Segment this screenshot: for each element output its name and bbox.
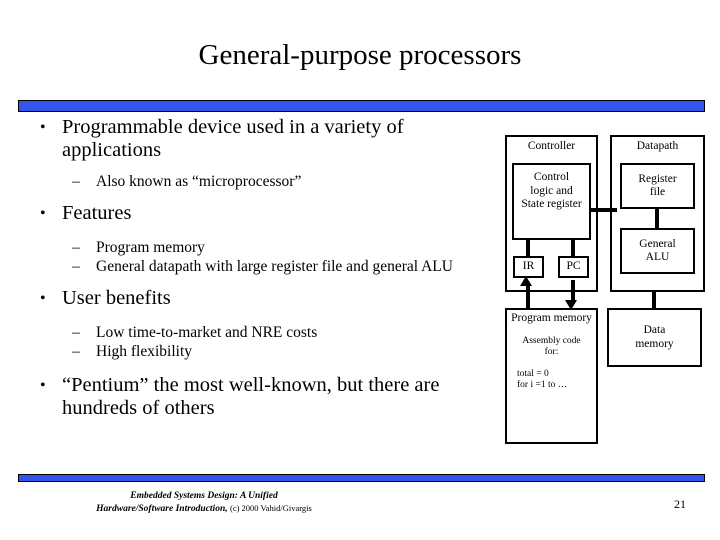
bullet-text: User benefits — [62, 287, 171, 309]
footer-credit: Embedded Systems Design: A Unified Hardw… — [54, 490, 354, 515]
program-memory-line-2: memory — [553, 312, 592, 324]
controller-datapath-connector — [591, 208, 617, 212]
datapath-block — [610, 135, 705, 292]
bullet-text: Low time-to-market and NRE costs — [96, 324, 318, 341]
title-divider-bar — [18, 100, 705, 112]
bullet-text: General datapath with large register fil… — [96, 258, 453, 275]
code-line-2: for i =1 to … — [517, 380, 568, 390]
register-file-line-1: Register — [638, 172, 677, 185]
ir-register-block: IR — [513, 256, 544, 278]
controller-block — [505, 135, 598, 292]
bullet-item: – High flexibility — [26, 342, 496, 361]
general-alu-block: General ALU — [620, 228, 695, 274]
program-memory-line-1: Program — [511, 312, 551, 324]
alu-line-1: General — [639, 237, 676, 250]
control-logic-line-1: Control — [533, 171, 570, 183]
bullet-item: – General datapath with large register f… — [26, 257, 496, 276]
program-memory-content: Program memory Assembly code for: total … — [505, 312, 598, 392]
bullet-marker: • — [40, 205, 46, 222]
page-title: General-purpose processors — [198, 39, 522, 71]
bullet-item: – Low time-to-market and NRE costs — [26, 323, 496, 342]
data-memory-line-1: Data — [643, 324, 666, 336]
code-line-1: total = 0 — [517, 368, 549, 379]
bullet-text: Features — [62, 202, 132, 224]
bullet-marker: – — [72, 239, 80, 256]
bullet-marker: • — [40, 290, 46, 307]
bullet-item: – Program memory — [26, 238, 496, 257]
bullet-text: “Pentium” the most well-known, but there… — [62, 374, 440, 419]
footer-line-2: Hardware/Software Introduction, — [96, 504, 228, 514]
bullet-marker: – — [72, 343, 80, 360]
page-number: 21 — [674, 497, 686, 511]
pc-to-program-memory-arrow-head — [565, 300, 577, 310]
control-logic-ir-connector — [526, 240, 530, 257]
pc-to-program-memory-arrow-shaft — [571, 280, 575, 304]
footer-line-1: Embedded Systems Design: A Unified — [130, 491, 278, 501]
data-memory-line-2: memory — [635, 337, 674, 350]
bullet-text: Programmable device used in a variety of… — [62, 116, 404, 161]
control-logic-pc-connector — [571, 240, 575, 257]
bullet-text: Program memory — [96, 239, 205, 256]
controller-label: Controller — [527, 140, 576, 152]
bullet-marker: – — [72, 324, 80, 341]
footer-divider-bar — [18, 474, 705, 482]
program-memory-to-ir-arrow-head — [520, 276, 532, 286]
bullet-marker: – — [72, 173, 80, 190]
bullet-item: • “Pentium” the most well-known, but the… — [26, 374, 496, 420]
alu-line-2: ALU — [645, 251, 670, 263]
footer-copyright: (c) 2000 Vahid/Givargis — [229, 503, 312, 513]
pc-label: PC — [566, 260, 581, 273]
pc-register-block: PC — [558, 256, 589, 278]
assembly-code-line-1: Assembly code — [522, 335, 581, 346]
bullet-item: – Also known as “microprocessor” — [26, 172, 496, 191]
bullet-marker: • — [40, 119, 46, 136]
bullet-marker: • — [40, 377, 46, 394]
control-logic-line-2: logic and — [530, 184, 573, 197]
bullet-list: • Programmable device used in a variety … — [26, 116, 496, 422]
datapath-data-memory-connector — [652, 291, 656, 309]
assembly-code-line-2: for: — [544, 347, 559, 357]
bullet-text: Also known as “microprocessor” — [96, 173, 302, 190]
control-logic-line-3: State register — [521, 198, 582, 210]
datapath-label: Datapath — [636, 140, 679, 152]
register-file-block: Register file — [620, 163, 695, 209]
bullet-item: • User benefits — [26, 287, 496, 310]
bullet-item: • Programmable device used in a variety … — [26, 116, 496, 162]
data-memory-block: Data memory — [607, 308, 702, 367]
ir-label: IR — [522, 260, 535, 273]
program-memory-to-ir-arrow-shaft — [526, 285, 530, 309]
bullet-item: • Features — [26, 202, 496, 225]
bullet-marker: – — [72, 258, 80, 275]
slide-canvas: General-purpose processors • Programmabl… — [0, 0, 720, 540]
register-file-line-2: file — [649, 186, 666, 198]
bullet-text: High flexibility — [96, 343, 193, 360]
control-logic-state-register-block: Control logic and State register — [512, 163, 591, 240]
program-memory-block — [505, 308, 598, 444]
register-file-alu-connector — [655, 209, 659, 229]
